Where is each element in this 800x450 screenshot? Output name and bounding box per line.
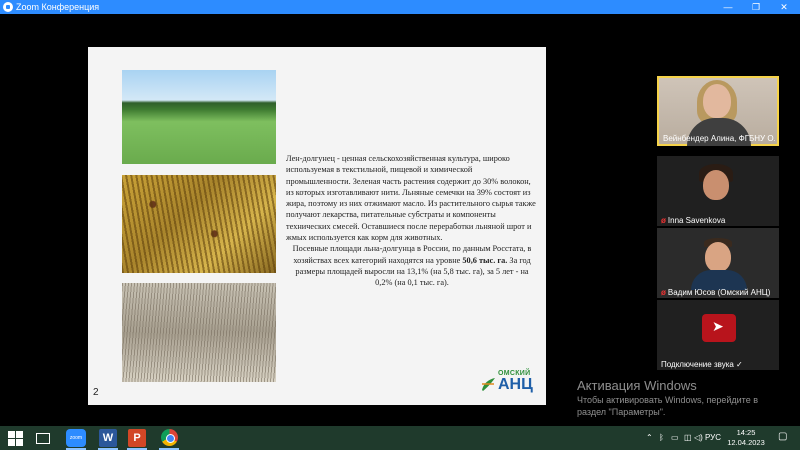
windows-logo-icon	[16, 439, 23, 446]
participant-tile-active[interactable]: Вейнбендер Алина, ФГБНУ О...	[657, 76, 779, 146]
notification-icon[interactable]: ▢	[778, 431, 790, 443]
taskbar: zoom W P ⌃ ᛒ ▭ ◫ ◁) РУС 14:25 12.04.2023…	[0, 426, 800, 450]
volume-icon[interactable]: ◁)	[694, 432, 703, 444]
meeting-area: Лен-долгунец - ценная сельскохозяйственн…	[0, 14, 800, 426]
shared-slide: Лен-долгунец - ценная сельскохозяйственн…	[88, 47, 546, 405]
participant-face	[705, 242, 731, 272]
participant-name-text: Inna Savenkova	[667, 216, 726, 225]
start-button[interactable]	[8, 429, 26, 447]
tray-overflow-icon[interactable]: ⌃	[646, 432, 653, 444]
window-title: Zoom Конференция	[16, 2, 100, 12]
zoom-app-icon	[3, 2, 13, 12]
close-button[interactable]: ✕	[771, 0, 797, 14]
flax-field-photo	[122, 70, 276, 164]
participant-tile-audio[interactable]: Подключение звука ✓	[657, 300, 779, 370]
omsk-anc-logo: ОМСКИЙ АНЦ	[478, 370, 542, 396]
activation-watermark: Активация Windows Чтобы активировать Win…	[577, 378, 787, 418]
paragraph2-highlight: 50,6 тыс. га.	[462, 255, 508, 265]
muted-mic-icon: ø	[661, 288, 666, 297]
logo-main-text: АНЦ	[498, 376, 533, 393]
zoom-taskbar-icon[interactable]: zoom	[66, 429, 86, 447]
flax-pods-photo	[122, 175, 276, 273]
maximize-button[interactable]: ❐	[743, 0, 769, 14]
watermark-text: Чтобы активировать Windows, перейдите в …	[577, 395, 758, 417]
powerpoint-taskbar-icon[interactable]: P	[128, 429, 146, 447]
participant-body	[691, 270, 747, 290]
participant-face	[703, 170, 729, 200]
participant-face	[703, 84, 731, 118]
participant-name-text: Вадим Юсов (Омский АНЦ)	[667, 288, 771, 297]
slide-paragraph-2: Посевные площади льна-долгунца в России,…	[286, 243, 538, 288]
screen-share-icon	[702, 314, 736, 342]
slide-page-number: 2	[93, 387, 99, 398]
minimize-button[interactable]: —	[715, 0, 741, 14]
windows-logo-icon	[16, 431, 23, 438]
leaf-logo-icon	[482, 378, 495, 391]
participant-name: ø Вадим Юсов (Омский АНЦ)	[661, 288, 777, 297]
language-indicator[interactable]: РУС	[705, 432, 721, 444]
participant-tile[interactable]: ø Inna Savenkova	[657, 156, 779, 226]
task-view-icon[interactable]	[36, 433, 50, 444]
bluetooth-icon[interactable]: ᛒ	[659, 432, 664, 444]
participant-name: Подключение звука ✓	[661, 360, 743, 369]
participant-name: Вейнбендер Алина, ФГБНУ О...	[663, 134, 775, 143]
muted-mic-icon: ø	[661, 216, 666, 225]
network-icon[interactable]: ◫	[684, 432, 692, 444]
participant-name: ø Inna Savenkova	[661, 216, 777, 225]
slide-text: Лен-долгунец - ценная сельскохозяйственн…	[286, 153, 538, 289]
participant-tile[interactable]: ø Вадим Юсов (Омский АНЦ)	[657, 228, 779, 298]
chrome-taskbar-icon[interactable]	[161, 429, 178, 446]
clock-date: 12.04.2023	[727, 438, 765, 447]
battery-icon[interactable]: ▭	[671, 432, 679, 444]
watermark-title: Активация Windows	[577, 378, 697, 393]
windows-logo-icon	[8, 431, 15, 438]
window-titlebar: Zoom Конференция — ❐ ✕	[0, 0, 800, 14]
taskbar-clock[interactable]: 14:25 12.04.2023	[726, 428, 766, 448]
windows-logo-icon	[8, 439, 15, 446]
slide-paragraph-1: Лен-долгунец - ценная сельскохозяйственн…	[286, 154, 536, 243]
clock-time: 14:25	[736, 428, 756, 437]
word-taskbar-icon[interactable]: W	[99, 429, 117, 447]
flax-fiber-photo	[122, 283, 276, 382]
